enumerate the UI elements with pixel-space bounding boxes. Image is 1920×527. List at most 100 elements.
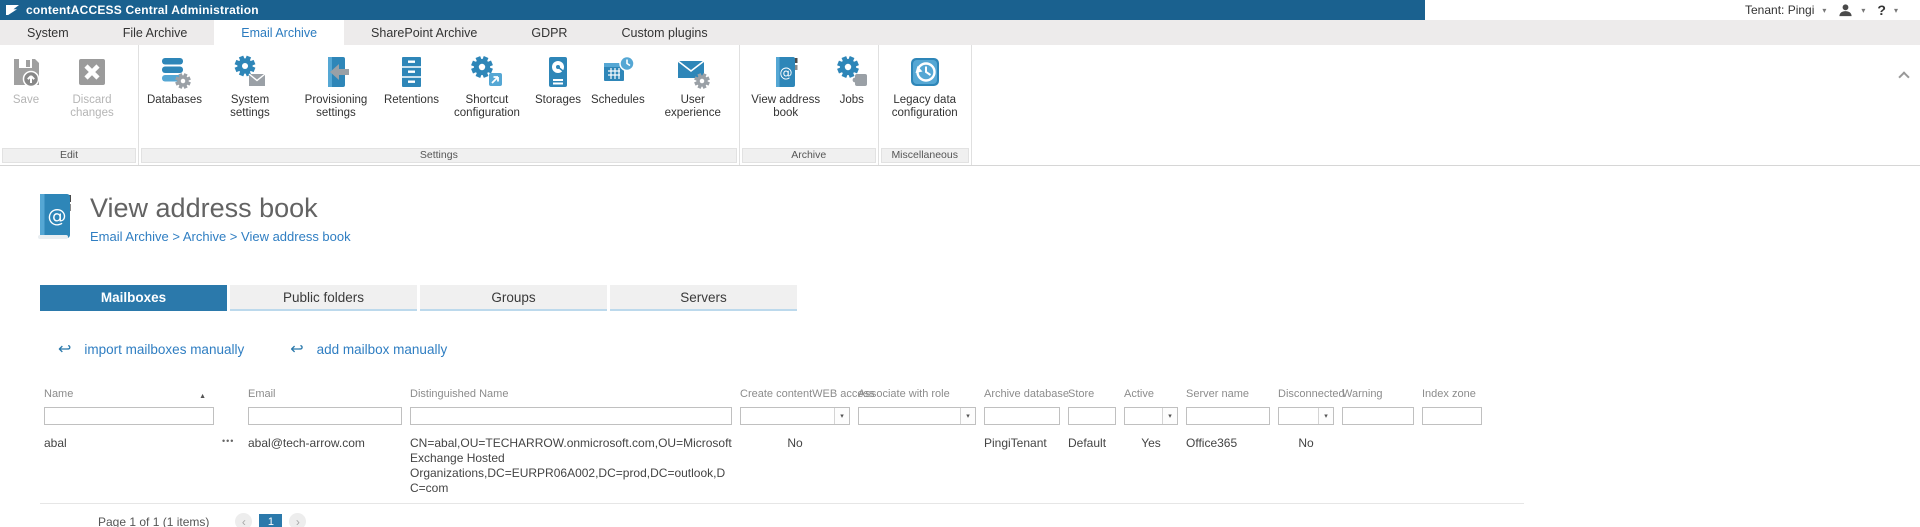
column-header-server-name[interactable]: Server name bbox=[1182, 388, 1274, 400]
schedules-button[interactable]: Schedules bbox=[586, 53, 650, 108]
filter-input-distinguished-name[interactable] bbox=[410, 407, 732, 425]
table-body: abal•••abal@tech-arrow.comCN=abal,OU=TEC… bbox=[40, 428, 1524, 504]
tab-servers[interactable]: Servers bbox=[610, 285, 797, 311]
chevron-down-icon[interactable]: ▾ bbox=[834, 408, 849, 424]
column-header-associate-with-role[interactable]: Associate with role bbox=[854, 388, 980, 400]
ribbon-button-label: Retentions bbox=[384, 94, 439, 107]
next-page-button[interactable]: › bbox=[289, 513, 306, 527]
filter-select-create-contentweb-access[interactable]: ▾ bbox=[740, 407, 850, 425]
column-header-store[interactable]: Store bbox=[1064, 388, 1120, 400]
chevron-down-icon[interactable]: ▾ bbox=[1162, 408, 1177, 424]
ribbon-button-label: Legacy data configuration bbox=[887, 94, 963, 120]
content-tabs: MailboxesPublic foldersGroupsServers bbox=[40, 285, 1920, 311]
filter-select-input-disconnected[interactable] bbox=[1279, 408, 1318, 424]
nav-tab-sharepoint-archive[interactable]: SharePoint Archive bbox=[344, 20, 504, 45]
chevron-down-icon[interactable]: ▾ bbox=[1318, 408, 1333, 424]
user-experience-icon bbox=[675, 54, 711, 90]
table-filter-row: ▾ ▾ ▾ ▾ bbox=[40, 407, 1524, 425]
filter-cell-index-zone bbox=[1418, 407, 1486, 425]
filter-select-associate-with-role[interactable]: ▾ bbox=[858, 407, 976, 425]
chevron-down-icon[interactable]: ▾ bbox=[1861, 6, 1865, 15]
column-header-create-contentweb-access[interactable]: Create contentWEB access bbox=[736, 388, 854, 400]
filter-input-archive-database[interactable] bbox=[984, 407, 1060, 425]
previous-page-button[interactable]: ‹ bbox=[235, 513, 252, 527]
view-address-book-button[interactable]: @View address book bbox=[743, 53, 829, 121]
nav-tab-file-archive[interactable]: File Archive bbox=[96, 20, 215, 45]
column-header-disconnected[interactable]: Disconnected bbox=[1274, 388, 1338, 400]
chevron-down-icon[interactable]: ▾ bbox=[1894, 6, 1898, 15]
save-button[interactable]: Save bbox=[3, 53, 49, 108]
tenant-menu[interactable]: Tenant: Pingi bbox=[1745, 3, 1814, 17]
column-header-distinguished-name[interactable]: Distinguished Name bbox=[406, 388, 736, 400]
cell-name: abal bbox=[40, 433, 218, 451]
column-header-email[interactable]: Email bbox=[244, 388, 406, 400]
discard-changes-button[interactable]: Discard changes bbox=[49, 53, 135, 121]
system-settings-button[interactable]: System settings bbox=[207, 53, 293, 121]
filter-input-server-name[interactable] bbox=[1186, 407, 1270, 425]
curved-arrow-icon: ↩ bbox=[290, 343, 303, 357]
chevron-down-icon[interactable]: ▾ bbox=[1822, 6, 1826, 15]
chevron-down-icon[interactable]: ▾ bbox=[960, 408, 975, 424]
filter-select-input-active[interactable] bbox=[1125, 408, 1162, 424]
column-header-name[interactable]: Name▲ bbox=[40, 388, 218, 400]
tab-groups[interactable]: Groups bbox=[420, 285, 607, 311]
table-row: abal•••abal@tech-arrow.comCN=abal,OU=TEC… bbox=[40, 428, 1524, 504]
filter-input-index-zone[interactable] bbox=[1422, 407, 1482, 425]
cell-server-name: Office365 bbox=[1182, 433, 1274, 451]
row-menu-button[interactable]: ••• bbox=[218, 433, 244, 449]
filter-select-active[interactable]: ▾ bbox=[1124, 407, 1178, 425]
filter-input-name[interactable] bbox=[44, 407, 214, 425]
shortcut-configuration-button[interactable]: Shortcut configuration bbox=[444, 53, 530, 121]
filter-input-store[interactable] bbox=[1068, 407, 1116, 425]
logo-icon bbox=[5, 3, 20, 17]
column-header-active[interactable]: Active bbox=[1120, 388, 1182, 400]
column-header-index-zone[interactable]: Index zone bbox=[1418, 388, 1486, 400]
storages-button[interactable]: Storages bbox=[530, 53, 586, 108]
column-header-label: Email bbox=[248, 388, 276, 400]
user-experience-button[interactable]: User experience bbox=[650, 53, 736, 121]
view-address-book-icon: @ bbox=[768, 54, 804, 90]
tab-public-folders[interactable]: Public folders bbox=[230, 285, 417, 311]
nav-tab-email-archive[interactable]: Email Archive bbox=[214, 20, 344, 45]
nav-tab-custom-plugins[interactable]: Custom plugins bbox=[594, 20, 734, 45]
storages-icon bbox=[540, 54, 576, 90]
schedules-icon bbox=[600, 54, 636, 90]
breadcrumb[interactable]: Email Archive > Archive > View address b… bbox=[90, 229, 351, 244]
filter-input-email[interactable] bbox=[248, 407, 402, 425]
user-icon[interactable] bbox=[1838, 3, 1853, 18]
nav-tab-system[interactable]: System bbox=[0, 20, 96, 45]
column-header-label: Active bbox=[1124, 388, 1154, 400]
provisioning-settings-button[interactable]: Provisioning settings bbox=[293, 53, 379, 121]
pager: Page 1 of 1 (1 items) ‹ 1 › bbox=[80, 513, 1524, 527]
ribbon-group-settings: DatabasesSystem settingsProvisioning set… bbox=[139, 45, 740, 165]
system-settings-icon bbox=[232, 54, 268, 90]
filter-select-disconnected[interactable]: ▾ bbox=[1278, 407, 1334, 425]
tab-mailboxes[interactable]: Mailboxes bbox=[40, 285, 227, 311]
jobs-button[interactable]: Jobs bbox=[829, 53, 875, 108]
shortcut-configuration-icon bbox=[469, 54, 505, 90]
column-header-label: Disconnected bbox=[1278, 388, 1345, 400]
filter-cell-active: ▾ bbox=[1120, 407, 1182, 425]
filter-input-warning[interactable] bbox=[1342, 407, 1414, 425]
provisioning-settings-icon bbox=[318, 54, 354, 90]
discard-icon bbox=[74, 54, 110, 90]
column-header-label: Store bbox=[1068, 388, 1094, 400]
legacy-data-configuration-button[interactable]: Legacy data configuration bbox=[882, 53, 968, 121]
top-bar: contentACCESS Central Administration Ten… bbox=[0, 0, 1920, 20]
pager-pages: 1 bbox=[259, 514, 282, 527]
ribbon-button-label: Jobs bbox=[840, 94, 864, 107]
column-header-warning[interactable]: Warning bbox=[1338, 388, 1418, 400]
databases-button[interactable]: Databases bbox=[142, 53, 207, 108]
nav-tab-gdpr[interactable]: GDPR bbox=[504, 20, 594, 45]
ribbon-button-label: Provisioning settings bbox=[298, 94, 374, 120]
retentions-button[interactable]: Retentions bbox=[379, 53, 444, 108]
collapse-ribbon-icon[interactable] bbox=[1898, 71, 1909, 82]
page-button-1[interactable]: 1 bbox=[259, 514, 282, 527]
add-mailbox-manually-link[interactable]: ↩add mailbox manually bbox=[290, 342, 447, 357]
import-mailboxes-manually-link[interactable]: ↩import mailboxes manually bbox=[58, 342, 244, 357]
filter-select-input-associate-with-role[interactable] bbox=[859, 408, 960, 424]
help-button[interactable]: ? bbox=[1877, 2, 1886, 18]
filter-select-input-create-contentweb-access[interactable] bbox=[741, 408, 834, 424]
sort-ascending-icon: ▲ bbox=[199, 393, 214, 400]
column-header-archive-database[interactable]: Archive database bbox=[980, 388, 1064, 400]
